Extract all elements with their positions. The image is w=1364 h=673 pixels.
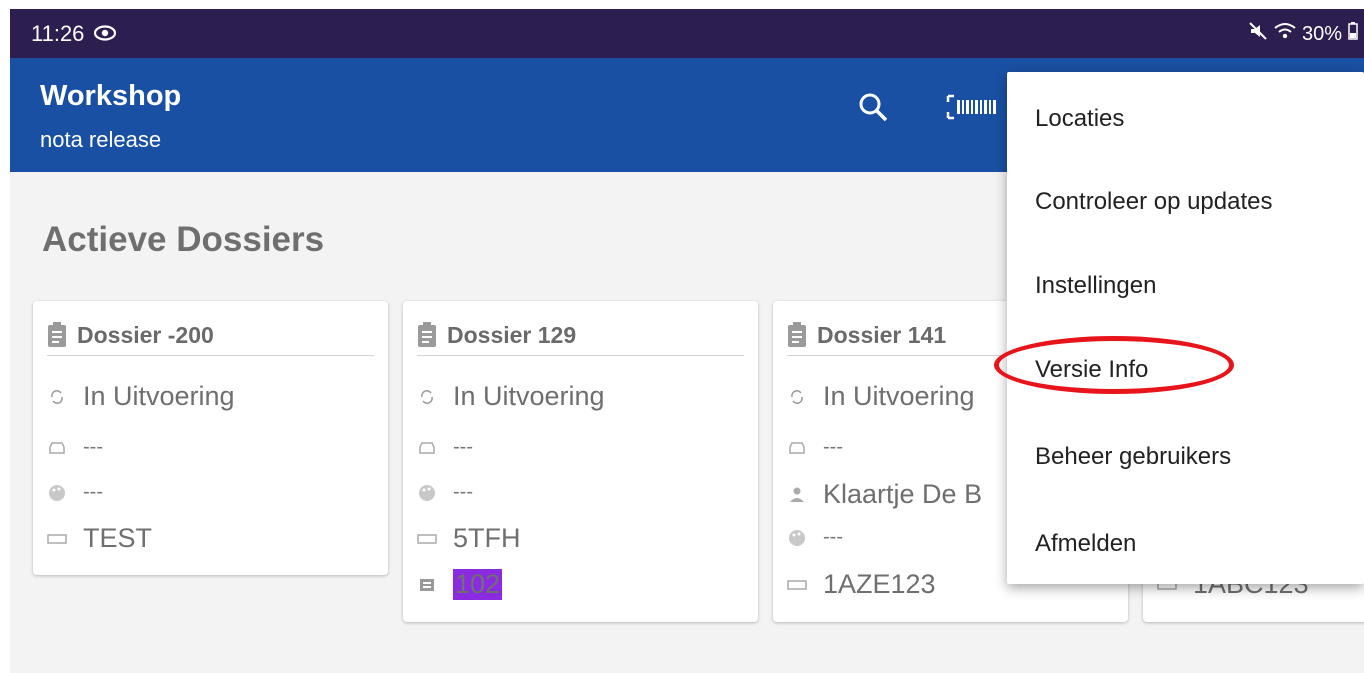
palette-icon: [47, 484, 67, 502]
person-row: Klaartje De B: [787, 479, 982, 510]
color-row: ---: [787, 526, 843, 549]
car-icon: [417, 441, 437, 455]
status-row: In Uitvoering: [787, 381, 975, 412]
menu-item-check-updates[interactable]: Controleer op updates: [1035, 188, 1273, 216]
plate-row: TEST: [47, 523, 152, 554]
card-title: Dossier 129: [447, 321, 577, 348]
vehicle-row: ---: [47, 436, 103, 459]
vehicle-text: ---: [823, 436, 843, 458]
sync-icon: [417, 387, 437, 407]
vehicle-row: ---: [787, 436, 843, 459]
palette-icon: [417, 484, 437, 502]
car-icon: [47, 441, 67, 455]
card-title: Dossier 141: [817, 321, 947, 348]
wifi-icon: [1274, 22, 1296, 46]
ticket-row: 102: [417, 569, 503, 600]
search-icon[interactable]: [858, 92, 888, 127]
ticket-number: 102: [453, 569, 503, 600]
status-time: 11:26: [31, 21, 85, 46]
color-text: ---: [83, 481, 103, 503]
clipboard-icon: [47, 322, 67, 348]
status-text: In Uitvoering: [453, 381, 605, 411]
sync-icon: [787, 387, 807, 407]
palette-icon: [787, 529, 807, 547]
sync-icon: [47, 387, 67, 407]
plate-icon: [47, 533, 67, 544]
ticket-icon: [417, 577, 437, 593]
mute-icon: [1248, 21, 1268, 47]
clipboard-icon: [417, 322, 437, 348]
plate-text: 5TFH: [453, 523, 521, 553]
card-header: Dossier -200: [47, 315, 374, 356]
overflow-menu: Locaties Controleer op updates Instellin…: [1007, 72, 1364, 584]
page-title: Actieve Dossiers: [42, 220, 325, 259]
color-text: ---: [823, 526, 843, 548]
car-icon: [787, 441, 807, 455]
status-bar: 11:26 30%: [10, 9, 1364, 58]
menu-item-logout[interactable]: Afmelden: [1035, 530, 1136, 558]
eye-icon: [93, 25, 117, 46]
battery-level: 30%: [1301, 22, 1342, 45]
menu-item-settings[interactable]: Instellingen: [1035, 272, 1156, 300]
annotation-ellipse: [994, 336, 1234, 394]
app-subtitle: nota release: [40, 127, 162, 152]
color-text: ---: [453, 481, 473, 503]
card-header: Dossier 129: [417, 315, 744, 356]
status-row: In Uitvoering: [47, 381, 235, 412]
plate-row: 5TFH: [417, 523, 521, 554]
plate-text: TEST: [83, 523, 153, 553]
person-text: Klaartje De B: [823, 479, 983, 509]
app-title: Workshop: [40, 80, 182, 112]
plate-row: 1AZE123: [787, 569, 936, 600]
color-row: ---: [47, 481, 103, 504]
dossier-card[interactable]: Dossier -200 In Uitvoering --- --- TEST: [33, 301, 388, 575]
battery-icon: [1348, 22, 1358, 46]
barcode-icon[interactable]: [946, 94, 1006, 125]
dossier-card[interactable]: Dossier 129 In Uitvoering --- --- 5TFH 1…: [403, 301, 758, 622]
menu-item-manage-users[interactable]: Beheer gebruikers: [1035, 443, 1231, 471]
status-text: In Uitvoering: [823, 381, 975, 411]
plate-icon: [417, 533, 437, 544]
vehicle-text: ---: [453, 436, 473, 458]
plate-icon: [787, 579, 807, 590]
vehicle-text: ---: [83, 436, 103, 458]
clipboard-icon: [787, 322, 807, 348]
status-text: In Uitvoering: [83, 381, 235, 411]
status-icons: 30%: [1248, 21, 1358, 47]
vehicle-row: ---: [417, 436, 473, 459]
card-title: Dossier -200: [77, 321, 214, 348]
menu-item-locaties[interactable]: Locaties: [1035, 105, 1124, 133]
person-icon: [787, 486, 807, 504]
plate-text: 1AZE123: [823, 569, 936, 599]
color-row: ---: [417, 481, 473, 504]
status-row: In Uitvoering: [417, 381, 605, 412]
